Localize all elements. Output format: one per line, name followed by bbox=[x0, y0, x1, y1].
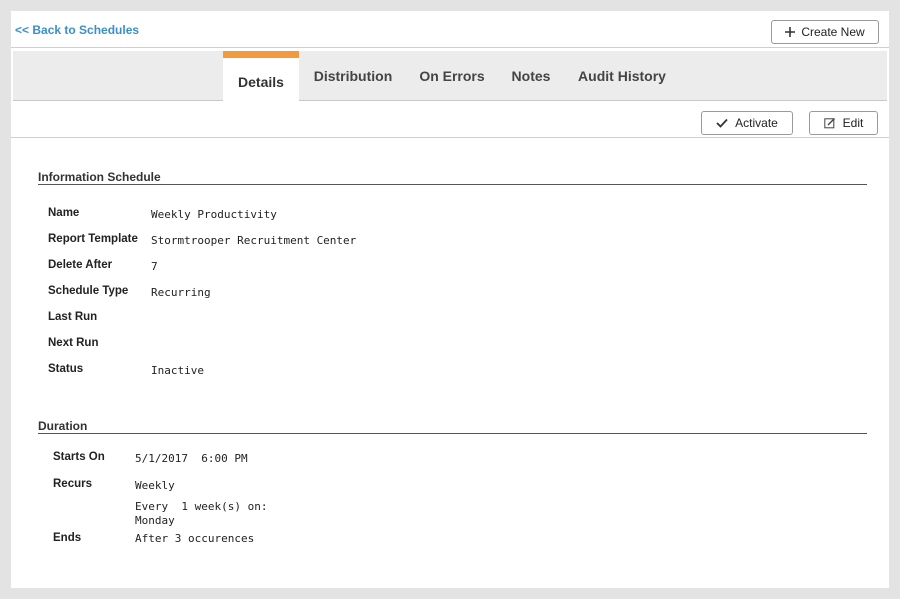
section-divider bbox=[38, 433, 867, 434]
tab-distribution[interactable]: Distribution bbox=[309, 51, 397, 101]
activate-label: Activate bbox=[735, 116, 778, 130]
section-divider bbox=[38, 184, 867, 185]
starts-on-label: Starts On bbox=[53, 451, 105, 463]
schedule-type-value: Recurring bbox=[151, 286, 211, 299]
edit-icon bbox=[823, 117, 836, 129]
tab-audit-history[interactable]: Audit History bbox=[574, 51, 670, 101]
recurs-value: Weekly bbox=[135, 479, 175, 492]
delete-after-value: 7 bbox=[151, 260, 158, 273]
recurs-detail-interval: Every 1 week(s) on: bbox=[135, 500, 268, 513]
divider bbox=[11, 137, 889, 138]
edit-label: Edit bbox=[842, 116, 864, 130]
report-template-label: Report Template bbox=[48, 233, 138, 245]
activate-button[interactable]: Activate bbox=[701, 111, 793, 135]
edit-button[interactable]: Edit bbox=[809, 111, 878, 135]
schedule-panel: << Back to Schedules Create New Details … bbox=[11, 11, 889, 588]
create-new-label: Create New bbox=[801, 25, 865, 39]
tab-notes[interactable]: Notes bbox=[507, 51, 555, 101]
information-schedule-heading: Information Schedule bbox=[38, 170, 161, 184]
delete-after-label: Delete After bbox=[48, 259, 113, 271]
tab-bar: Details Distribution On Errors Notes Aud… bbox=[13, 51, 887, 102]
starts-on-value: 5/1/2017 6:00 PM bbox=[135, 452, 248, 465]
recurs-detail-day: Monday bbox=[135, 514, 175, 527]
recurs-label: Recurs bbox=[53, 478, 92, 490]
name-value: Weekly Productivity bbox=[151, 208, 277, 221]
ends-value: After 3 occurences bbox=[135, 532, 255, 545]
plus-icon bbox=[785, 27, 796, 37]
last-run-label: Last Run bbox=[48, 311, 98, 323]
check-icon bbox=[716, 118, 728, 128]
divider bbox=[11, 47, 889, 48]
create-new-button[interactable]: Create New bbox=[771, 20, 879, 44]
status-value: Inactive bbox=[151, 364, 204, 377]
schedule-type-label: Schedule Type bbox=[48, 285, 129, 297]
next-run-label: Next Run bbox=[48, 337, 99, 349]
tab-on-errors[interactable]: On Errors bbox=[415, 51, 489, 101]
name-label: Name bbox=[48, 207, 80, 219]
duration-heading: Duration bbox=[38, 419, 88, 433]
ends-label: Ends bbox=[53, 532, 82, 544]
back-to-schedules-link[interactable]: << Back to Schedules bbox=[15, 23, 139, 37]
status-label: Status bbox=[48, 363, 84, 375]
tab-details[interactable]: Details bbox=[223, 51, 299, 102]
report-template-value: Stormtrooper Recruitment Center bbox=[151, 234, 357, 247]
